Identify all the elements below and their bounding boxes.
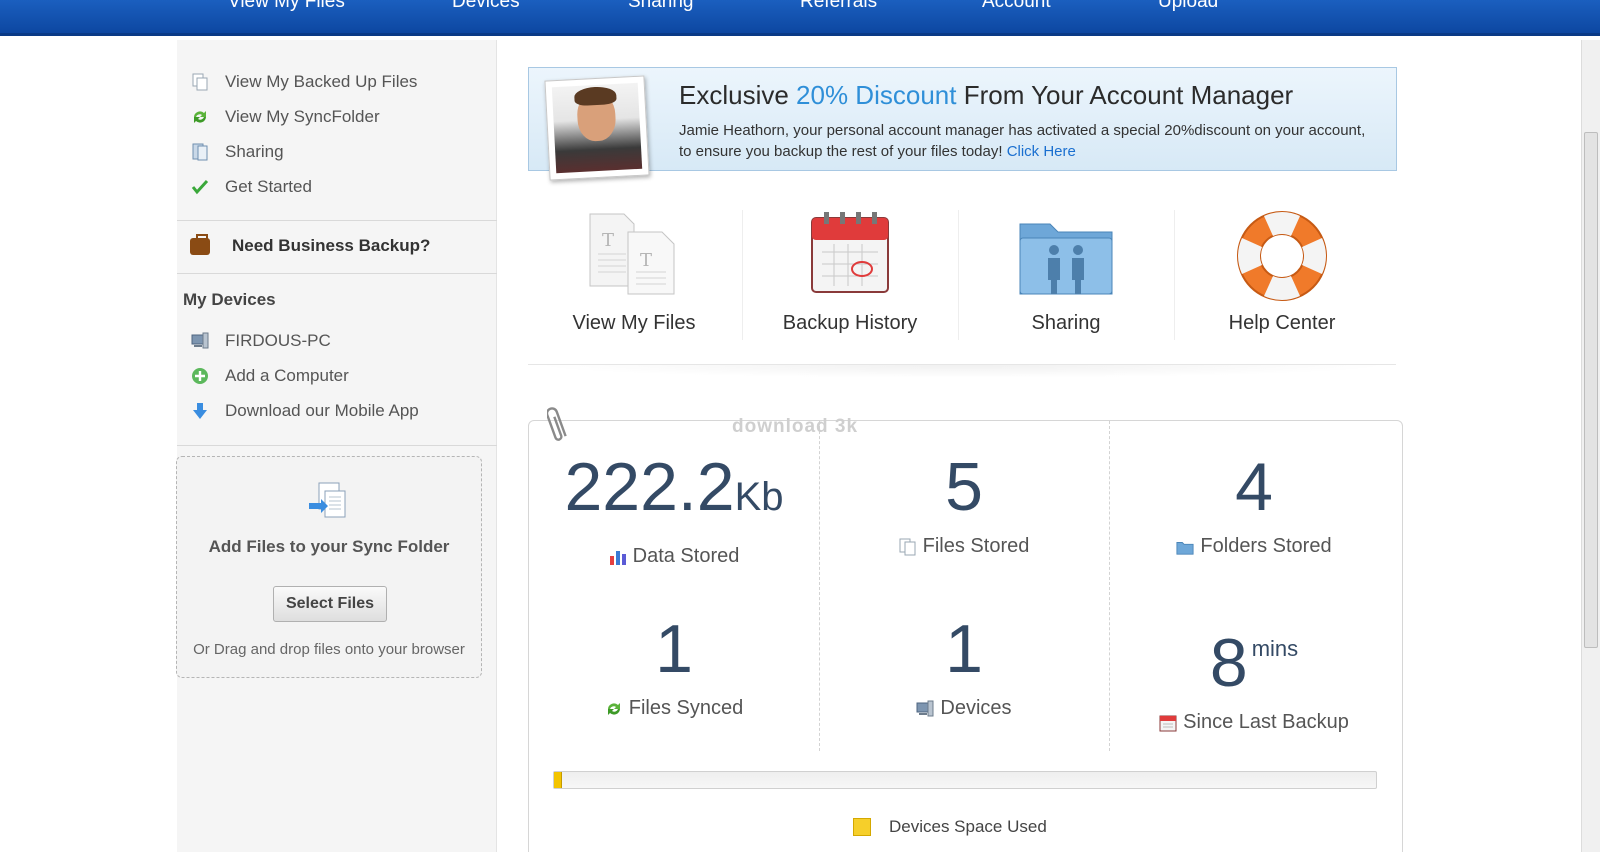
legend-label: Devices Space Used	[889, 817, 1047, 836]
stat-label: Since Last Backup	[1183, 711, 1349, 733]
banner-body: Jamie Heathorn, your personal account ma…	[679, 122, 1366, 160]
add-files-icon	[309, 482, 346, 518]
stat-label: Files Stored	[922, 535, 1030, 557]
sidebar-item-sharing[interactable]: Sharing	[190, 140, 284, 164]
my-devices-heading: My Devices	[183, 290, 276, 309]
shared-folder-icon	[1019, 223, 1113, 295]
stat-value: 4	[1235, 449, 1273, 525]
stat-value: 1	[655, 611, 693, 687]
documents-icon: T T	[589, 213, 675, 295]
paperclip-icon	[547, 407, 567, 441]
sidebar-item-add-computer[interactable]: Add a Computer	[190, 364, 349, 388]
sidebar-divider	[177, 220, 497, 221]
nav-view-my-files[interactable]: View My Files	[228, 0, 345, 13]
space-legend: Devices Space Used	[853, 817, 1047, 837]
add-icon	[190, 366, 210, 386]
banner-headline: Exclusive 20% Discount From Your Account…	[679, 80, 1294, 110]
page-scrollbar[interactable]	[1581, 40, 1600, 852]
discount-banner: Exclusive 20% Discount From Your Account…	[528, 67, 1397, 181]
sidebar-item-device-firdous-pc[interactable]: FIRDOUS-PC	[190, 329, 331, 353]
nav-referrals[interactable]: Referrals	[800, 0, 877, 13]
space-used-progress-bar	[553, 771, 1377, 789]
sync-icon	[605, 700, 623, 718]
sync-folder-dropzone[interactable]: Add Files to your Sync Folder Select Fil…	[176, 456, 482, 678]
computer-icon	[190, 331, 210, 351]
sidebar-item-label: Sharing	[225, 142, 284, 161]
lifebuoy-icon	[1237, 211, 1327, 301]
business-backup-label: Need Business Backup?	[232, 236, 431, 255]
sidebar-item-label: View My SyncFolder	[225, 107, 380, 126]
files-icon	[899, 538, 917, 556]
quick-link-help-center[interactable]: Help Center	[1174, 208, 1390, 344]
folder-icon	[1176, 538, 1194, 556]
quick-link-label: Help Center	[1228, 312, 1336, 334]
checkmark-icon	[190, 177, 210, 197]
nav-upload[interactable]: Upload	[1158, 0, 1218, 13]
stat-label: Folders Stored	[1200, 535, 1332, 557]
sidebar-item-get-started[interactable]: Get Started	[190, 175, 312, 199]
sidebar-divider	[177, 445, 497, 446]
share-icon	[190, 142, 210, 162]
sidebar-item-label: Add a Computer	[225, 366, 349, 385]
quick-link-label: Backup History	[782, 312, 918, 334]
business-backup-link[interactable]: Need Business Backup?	[190, 233, 431, 256]
bar-chart-icon	[609, 548, 627, 566]
calendar-icon	[1159, 714, 1177, 732]
click-here-link[interactable]: Click Here	[1007, 143, 1076, 160]
download-arrow-icon	[190, 401, 210, 421]
stat-files-stored: 5 Files Stored	[819, 451, 1109, 558]
sidebar-item-mobile-app[interactable]: Download our Mobile App	[190, 399, 419, 423]
quick-link-label: View My Files	[572, 312, 696, 334]
nav-sharing[interactable]: Sharing	[628, 0, 694, 13]
watermark: download 3k	[732, 416, 859, 437]
nav-account[interactable]: Account	[982, 0, 1051, 13]
sidebar-divider	[177, 273, 497, 274]
drag-drop-hint: Or Drag and drop files onto your browser	[193, 641, 465, 658]
sidebar-item-syncfolder[interactable]: View My SyncFolder	[190, 105, 380, 129]
stats-panel: 222.2Kb Data Stored 5 Files Stored 4 Fol…	[528, 420, 1403, 852]
sync-icon	[190, 107, 210, 127]
stat-value: 5	[945, 449, 983, 525]
nav-devices[interactable]: Devices	[452, 0, 520, 13]
stat-since-last-backup: 8 mins Since Last Backup	[1109, 613, 1399, 734]
stat-label: Data Stored	[632, 545, 740, 567]
svg-text:T: T	[602, 230, 614, 251]
legend-swatch	[853, 818, 871, 836]
stat-folders-stored: 4 Folders Stored	[1109, 451, 1399, 558]
discount-highlight: 20% Discount	[796, 80, 957, 110]
sidebar: View My Backed Up Files View My SyncFold…	[176, 40, 497, 852]
stat-data-stored: 222.2Kb Data Stored	[529, 451, 819, 568]
select-files-button[interactable]: Select Files	[273, 586, 387, 622]
sidebar-item-backed-up-files[interactable]: View My Backed Up Files	[190, 70, 417, 94]
files-icon	[190, 72, 210, 92]
sidebar-item-label: Download our Mobile App	[225, 401, 419, 420]
calendar-icon	[811, 212, 889, 293]
quick-link-sharing[interactable]: Sharing	[958, 208, 1174, 344]
briefcase-icon	[190, 233, 210, 255]
stat-label: Devices	[940, 697, 1012, 719]
svg-text:T: T	[640, 250, 652, 271]
quick-link-view-my-files[interactable]: T T View My Files	[526, 208, 742, 344]
stat-files-synced: 1 Files Synced	[529, 613, 819, 720]
stat-label: Files Synced	[628, 697, 744, 719]
stat-value: 222.2Kb	[564, 449, 784, 525]
quick-link-label: Sharing	[1031, 312, 1101, 334]
space-used-fill	[554, 772, 563, 788]
account-manager-photo	[544, 75, 650, 181]
stat-value: 8 mins	[1209, 625, 1299, 701]
sync-box-title: Add Files to your Sync Folder	[208, 537, 450, 556]
stat-value: 1	[945, 611, 983, 687]
quick-link-backup-history[interactable]: Backup History	[742, 208, 958, 344]
top-navigation: View My Files Devices Sharing Referrals …	[0, 0, 1600, 36]
stat-devices: 1 Devices	[819, 613, 1109, 720]
scrollbar-thumb[interactable]	[1584, 132, 1598, 648]
computer-icon	[916, 700, 934, 718]
sidebar-item-label: View My Backed Up Files	[225, 72, 418, 91]
sidebar-item-label: FIRDOUS-PC	[225, 331, 331, 350]
section-divider	[528, 364, 1396, 378]
sidebar-item-label: Get Started	[225, 177, 312, 196]
